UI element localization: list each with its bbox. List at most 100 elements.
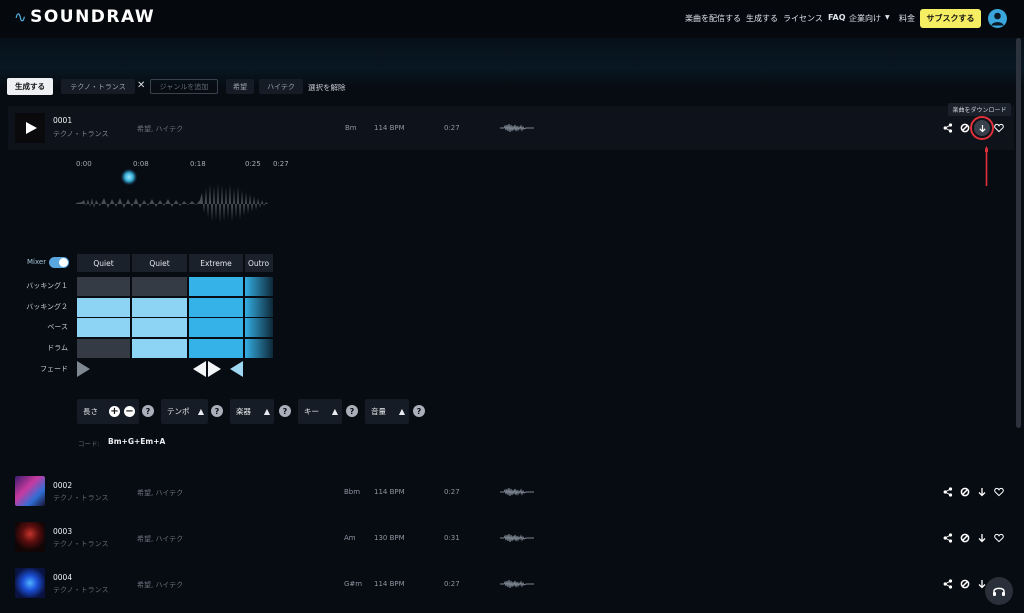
help-icon[interactable]: ?	[142, 405, 154, 417]
share-icon[interactable]	[943, 123, 953, 133]
volume-control[interactable]: 音量 ▲	[365, 399, 409, 424]
help-icon[interactable]: ?	[279, 405, 291, 417]
logo-icon: ∿	[14, 8, 29, 26]
generate-button[interactable]: 生成する	[7, 78, 53, 95]
time-marker: 0:25	[245, 160, 261, 168]
track-key: Am	[344, 534, 356, 542]
track-thumbnail[interactable]	[15, 522, 45, 552]
share-icon[interactable]	[943, 487, 953, 497]
section-header[interactable]: Extreme	[189, 254, 243, 272]
support-button[interactable]	[985, 577, 1013, 605]
track-waveform[interactable]	[76, 178, 272, 228]
track-bpm: 114 BPM	[374, 488, 405, 496]
block-icon[interactable]	[960, 123, 970, 133]
user-icon	[991, 12, 1004, 26]
instrument-control[interactable]: 楽器 ▲	[230, 399, 274, 424]
track-genre: テクノ・トランス	[53, 540, 109, 548]
help-icon[interactable]: ?	[211, 405, 223, 417]
mixer-cell[interactable]	[189, 277, 243, 296]
lane-label: ドラム	[47, 344, 68, 352]
mood-chip[interactable]: ハイテク	[259, 79, 303, 94]
help-icon[interactable]: ?	[346, 405, 358, 417]
time-marker: 0:27	[273, 160, 289, 168]
track-genre: テクノ・トランス	[53, 130, 109, 138]
chevron-up-icon: ▲	[398, 407, 405, 416]
download-icon[interactable]	[977, 487, 987, 497]
mixer-toggle[interactable]	[49, 257, 69, 268]
minus-button[interactable]: −	[124, 406, 135, 417]
share-icon[interactable]	[943, 533, 953, 543]
mood-chip[interactable]: 希望	[226, 79, 254, 94]
track-key: Bm	[345, 124, 357, 132]
mixer-cell[interactable]	[77, 298, 130, 317]
fade-in-icon	[208, 361, 221, 377]
clear-selection-link[interactable]: 選択を解除	[308, 82, 346, 93]
download-icon[interactable]	[974, 120, 990, 136]
heart-icon[interactable]	[994, 123, 1004, 133]
fade-controls	[77, 361, 243, 377]
track-thumbnail[interactable]	[15, 476, 45, 506]
track-bpm: 114 BPM	[374, 124, 405, 132]
track-number: 0004	[53, 573, 73, 582]
mixer-cell[interactable]	[77, 318, 130, 337]
mixer-cell[interactable]	[189, 298, 243, 317]
mixer-cell[interactable]	[77, 339, 130, 358]
mixer-cell[interactable]	[189, 339, 243, 358]
track-length: 0:31	[444, 534, 460, 542]
section-header[interactable]: Outro	[245, 254, 273, 272]
track-length: 0:27	[444, 124, 460, 132]
subscribe-button[interactable]: サブスクする	[920, 9, 981, 28]
help-icon[interactable]: ?	[413, 405, 425, 417]
mixer-cell[interactable]	[132, 339, 187, 358]
mixer-cell[interactable]	[132, 318, 187, 337]
nav-enterprise[interactable]: 企業向け	[849, 13, 881, 24]
brand-name: SOUNDRAW	[30, 7, 156, 27]
section-header[interactable]: Quiet	[132, 254, 187, 272]
nav-distribute[interactable]: 楽曲を配信する	[685, 13, 741, 24]
genre-input[interactable]: ジャンルを追加	[150, 79, 218, 94]
plus-button[interactable]: +	[109, 406, 120, 417]
block-icon[interactable]	[960, 579, 970, 589]
track-thumbnail[interactable]	[15, 568, 45, 598]
volume-label: 音量	[371, 407, 386, 416]
download-icon[interactable]	[977, 533, 987, 543]
share-icon[interactable]	[943, 579, 953, 589]
time-marker: 0:18	[190, 160, 206, 168]
grid-fade-overlay	[244, 274, 274, 358]
track-tags: 希望, ハイテク	[137, 489, 184, 497]
block-icon[interactable]	[960, 487, 970, 497]
track-number: 0002	[53, 481, 73, 490]
mixer-cell[interactable]	[132, 277, 187, 296]
nav-faq[interactable]: FAQ	[828, 13, 846, 22]
scrollbar[interactable]	[1016, 38, 1021, 428]
mini-waveform	[500, 123, 534, 133]
nav-license[interactable]: ライセンス	[783, 13, 823, 24]
genre-chip[interactable]: テクノ・トランス	[61, 79, 135, 94]
mixer-cell[interactable]	[132, 298, 187, 317]
close-icon[interactable]: ✕	[137, 80, 145, 91]
chevron-up-icon: ▲	[197, 407, 204, 416]
track-tags: 希望, ハイテク	[137, 581, 184, 589]
track-tags: 希望, ハイテク	[137, 535, 184, 543]
heart-icon[interactable]	[994, 487, 1004, 497]
tempo-label: テンポ	[167, 407, 190, 416]
nav-generate[interactable]: 生成する	[746, 13, 778, 24]
key-control[interactable]: キー ▲	[298, 399, 342, 424]
track-number: 0003	[53, 527, 73, 536]
mixer-cell[interactable]	[189, 318, 243, 337]
heart-icon[interactable]	[994, 533, 1004, 543]
track-key: Bbm	[344, 488, 361, 496]
track-number: 0001	[53, 116, 73, 125]
time-marker: 0:00	[76, 160, 92, 168]
track-length: 0:27	[444, 488, 460, 496]
block-icon[interactable]	[960, 533, 970, 543]
tempo-control[interactable]: テンポ ▲	[161, 399, 208, 424]
section-header[interactable]: Quiet	[77, 254, 130, 272]
play-button[interactable]	[15, 113, 45, 143]
track-genre: テクノ・トランス	[53, 586, 109, 594]
fade-out-icon	[193, 361, 206, 377]
nav-pricing[interactable]: 料金	[899, 13, 915, 24]
brand-logo[interactable]: ∿ SOUNDRAW	[14, 7, 155, 27]
avatar[interactable]	[988, 9, 1007, 28]
mixer-cell[interactable]	[77, 277, 130, 296]
